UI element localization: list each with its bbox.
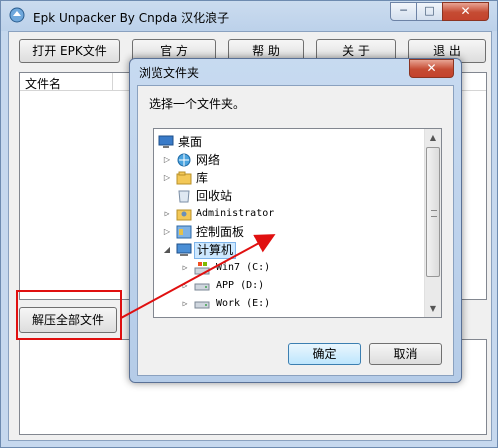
tree-item-computer[interactable]: ◢ 计算机 — [154, 241, 424, 259]
collapse-icon[interactable]: ◢ — [162, 241, 172, 259]
filename-column-header[interactable]: 文件名 — [25, 75, 61, 92]
expand-icon[interactable]: ▷ — [180, 295, 190, 313]
tree-item-drive-c[interactable]: ▷ Win7 (C:) — [154, 259, 424, 277]
close-button[interactable]: ✕ — [442, 2, 489, 21]
maximize-button[interactable]: □ — [416, 2, 443, 21]
open-epk-button[interactable]: 打开 EPK文件 — [19, 39, 120, 63]
scroll-down-icon[interactable]: ▼ — [425, 300, 441, 317]
tree-item-recycle-bin[interactable]: 回收站 — [154, 187, 424, 205]
library-icon — [176, 171, 192, 185]
expand-icon[interactable]: ▷ — [162, 205, 172, 223]
dialog-client-area: 选择一个文件夹。 桌面 ▷ 网络 ▷ 库 回收站 ▷ Administrator… — [137, 85, 454, 376]
expand-icon[interactable]: ▷ — [180, 277, 190, 295]
title-bar: Epk Unpacker By Cnpda 汉化浪子 ─ □ ✕ — [1, 1, 497, 31]
scroll-thumb[interactable] — [426, 147, 440, 277]
drive-icon — [194, 283, 210, 291]
annotation-highlight-box — [16, 290, 122, 340]
dialog-prompt: 选择一个文件夹。 — [149, 97, 246, 111]
computer-icon — [176, 243, 192, 256]
tree-item-drive-d[interactable]: ▷ APP (D:) — [154, 277, 424, 295]
tree-item-network[interactable]: ▷ 网络 — [154, 151, 424, 169]
app-icon — [9, 7, 25, 23]
expand-icon[interactable]: ▷ — [162, 169, 172, 187]
cancel-button[interactable]: 取消 — [369, 343, 442, 365]
tree-scrollbar[interactable]: ▲ ▼ — [424, 129, 441, 317]
windows-drive-icon — [194, 262, 210, 275]
column-separator[interactable] — [112, 73, 113, 91]
tree-item-drive-e[interactable]: ▷ Work (E:) — [154, 295, 424, 313]
scroll-grip-icon — [431, 210, 437, 217]
expand-icon[interactable]: ▷ — [180, 259, 190, 277]
dialog-close-button[interactable]: ✕ — [409, 59, 454, 78]
desktop-icon — [158, 135, 174, 148]
user-folder-icon — [176, 209, 192, 221]
tree-item-administrator[interactable]: ▷ Administrator — [154, 205, 424, 223]
expand-icon[interactable]: ▷ — [162, 223, 172, 241]
control-panel-icon — [176, 225, 192, 239]
browse-folder-dialog: 浏览文件夹 ✕ 选择一个文件夹。 桌面 ▷ 网络 ▷ 库 回收站 ▷ Admin… — [129, 58, 462, 383]
tree-item-desktop[interactable]: 桌面 — [154, 133, 424, 151]
window-title: Epk Unpacker By Cnpda 汉化浪子 — [33, 11, 230, 25]
folder-tree[interactable]: 桌面 ▷ 网络 ▷ 库 回收站 ▷ Administrator ▷ 控制面板 ◢… — [153, 128, 442, 318]
tree-item-library[interactable]: ▷ 库 — [154, 169, 424, 187]
scroll-up-icon[interactable]: ▲ — [425, 129, 441, 146]
tree-item-control-panel[interactable]: ▷ 控制面板 — [154, 223, 424, 241]
expand-icon[interactable]: ▷ — [162, 151, 172, 169]
dialog-title: 浏览文件夹 — [139, 66, 200, 80]
drive-icon — [194, 301, 210, 309]
ok-button[interactable]: 确定 — [288, 343, 361, 365]
recycle-bin-icon — [178, 190, 190, 203]
network-icon — [177, 153, 191, 167]
minimize-button[interactable]: ─ — [390, 2, 417, 21]
